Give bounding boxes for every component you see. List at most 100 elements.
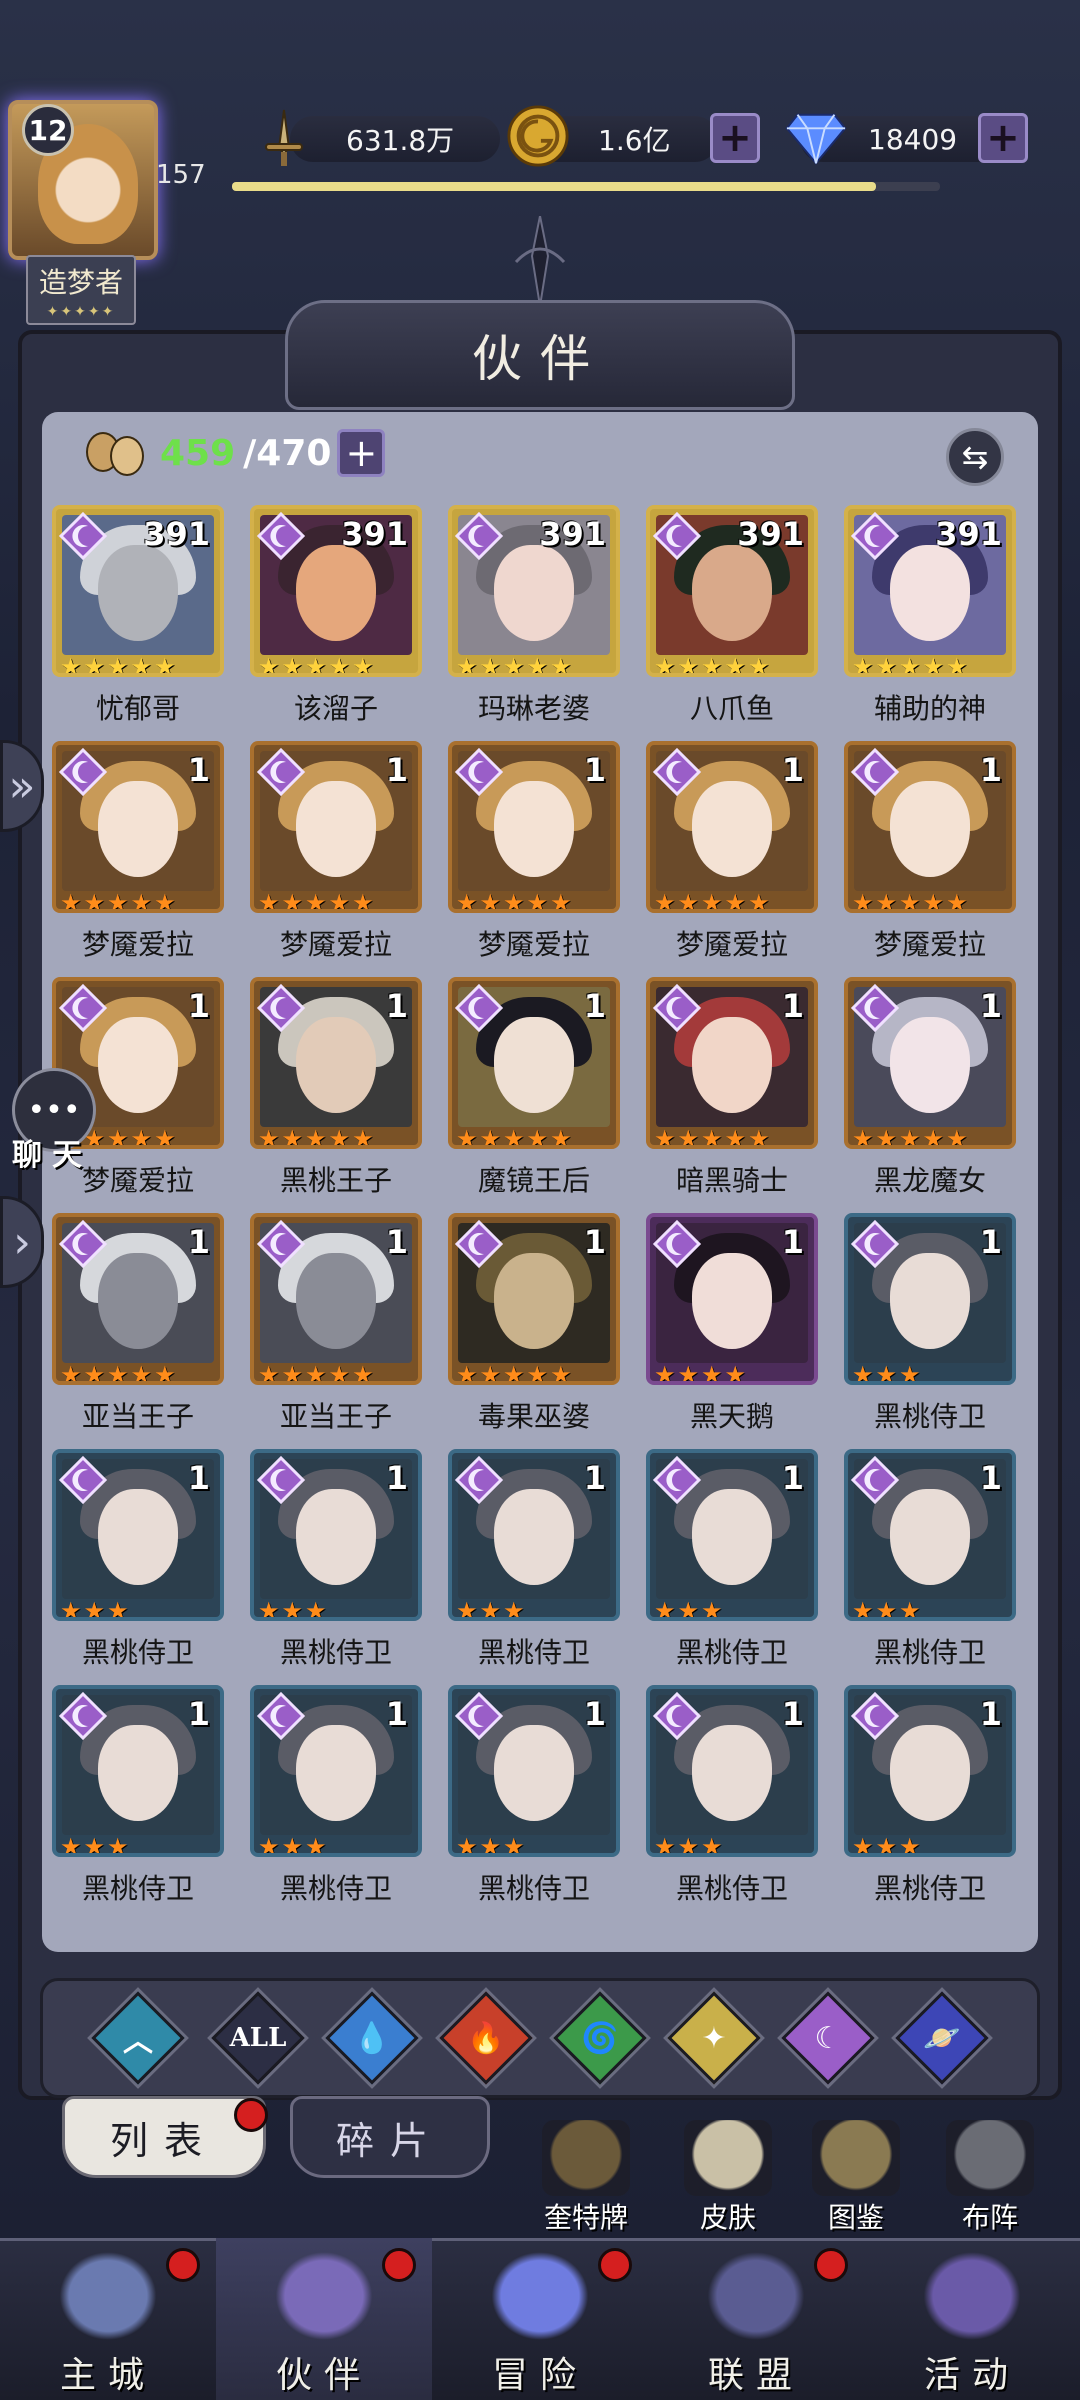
star-icon: ★ (281, 1125, 304, 1149)
partner-card[interactable]: 1 ★ ★ ★ ★ 黑天鹅 (646, 1213, 818, 1449)
star-icon: ★ (503, 1597, 525, 1621)
partner-card[interactable]: 1★★★★★梦魇爱拉 (52, 741, 224, 977)
partner-card[interactable]: 1 ★ ★ ★ 黑桃侍卫 (844, 1449, 1016, 1685)
shortcut-icon (812, 2120, 900, 2196)
partner-card[interactable]: 1★★★★★梦魇爱拉 (646, 741, 818, 977)
partner-card[interactable]: 1★★★★★梦魇爱拉 (250, 741, 422, 977)
nav-events[interactable]: 活动 (864, 2238, 1080, 2400)
nature-element-icon[interactable]: 🌀 (552, 1990, 648, 2086)
shortcut-2[interactable]: 皮肤 (668, 2120, 788, 2234)
nav-icon (485, 2246, 595, 2346)
star-icon: ★ (83, 1833, 106, 1857)
star-icon: ★ (701, 889, 723, 913)
tab-fragments[interactable]: 碎片 (290, 2096, 490, 2178)
moon-element-icon (850, 983, 900, 1033)
star-icon: ★ (526, 889, 549, 913)
shortcut-icon (684, 2120, 772, 2196)
partner-card[interactable]: 391 ★ ★ ★ ★ ★ 辅助的神 (844, 505, 1016, 741)
light-element-icon[interactable]: ✦ (666, 1990, 762, 2086)
partner-level: 1 (781, 987, 804, 1025)
add-gem-button[interactable]: + (978, 113, 1028, 163)
partner-name: 梦魇爱拉 (279, 928, 392, 961)
all-filter-icon[interactable]: ALL (210, 1990, 306, 2086)
star-icon: ★ (654, 1125, 676, 1149)
shortcut-1[interactable]: 奎特牌 (526, 2120, 646, 2234)
star-icon: ★ (875, 1597, 898, 1621)
expand-slots-button[interactable]: + (337, 429, 386, 477)
partner-card[interactable]: 1 ★ ★ ★ 黑桃侍卫 (250, 1685, 422, 1921)
partner-card[interactable]: 1 ★ ★ ★ ★ ★ 黑龙魔女 (844, 977, 1016, 1213)
partner-card[interactable]: 1 ★ ★ ★ 黑桃侍卫 (448, 1685, 620, 1921)
star-icon: ★ (281, 1361, 304, 1385)
moon-element-icon[interactable]: ☾ (780, 1990, 876, 2086)
sort-swap-button[interactable]: ⇆ (946, 428, 1004, 486)
partner-level: 1 (187, 987, 210, 1025)
partner-name: 魔镜王后 (477, 1164, 590, 1197)
player-exp-number: 157 (156, 160, 206, 190)
moon-element-icon (850, 1219, 900, 1269)
shortcut-4[interactable]: 布阵 (930, 2120, 1050, 2234)
partner-level: 1 (187, 1223, 210, 1261)
partner-card[interactable]: 1★★★★★梦魇爱拉 (844, 741, 1016, 977)
partner-card-frame: 1★★★★★ (844, 977, 1016, 1149)
moon-element-icon (58, 747, 108, 797)
partner-card[interactable]: 1 ★ ★ ★ ★ ★ 亚当王子 (52, 1213, 224, 1449)
star-icon: ★ (748, 889, 770, 913)
partner-name: 亚当王子 (81, 1400, 194, 1433)
partner-card[interactable]: 1 ★ ★ ★ 黑桃侍卫 (646, 1685, 818, 1921)
star-icon: ★ (479, 1597, 502, 1621)
partner-card[interactable]: 1 ★ ★ ★ ★ ★ 暗黑骑士 (646, 977, 818, 1213)
moon-element-icon (58, 511, 108, 561)
partner-level: 1 (187, 1695, 210, 1733)
nav-notification-dot (598, 2248, 632, 2282)
partner-stars: ★★★★★ (258, 1125, 374, 1149)
partner-level: 1 (583, 1695, 606, 1733)
star-icon: ★ (281, 1597, 304, 1621)
partner-card[interactable]: 1 ★ ★ ★ 黑桃侍卫 (52, 1685, 224, 1921)
shortcut-3[interactable]: 图鉴 (796, 2120, 916, 2234)
partner-card[interactable]: 1 ★ ★ ★ 黑桃侍卫 (448, 1449, 620, 1685)
planet-element-icon[interactable]: 🪐 (894, 1990, 990, 2086)
star-icon: ★ (479, 1361, 502, 1385)
fire-element-icon[interactable]: 🔥 (438, 1990, 534, 2086)
nav-icon (269, 2246, 379, 2346)
shortcut-label: 奎特牌 (543, 2201, 628, 2234)
water-element-icon[interactable]: 💧 (324, 1990, 420, 2086)
star-icon: ★ (852, 1597, 874, 1621)
partner-stars: ★★★★★ (456, 1127, 572, 1145)
partner-card[interactable]: 1★★★★★梦魇爱拉 (448, 741, 620, 977)
wind-element-icon[interactable]: ︿ (90, 1990, 186, 2086)
partner-card[interactable]: 1 ★ ★ ★ 黑桃侍卫 (250, 1449, 422, 1685)
partner-level: 1 (781, 751, 804, 789)
partner-card-frame: 1 ★ ★ ★ (646, 1449, 818, 1621)
partner-card[interactable]: 1 ★ ★ ★ 黑桃侍卫 (52, 1449, 224, 1685)
partner-card-frame: 1 ★ ★ ★ (250, 1685, 422, 1857)
partner-stars: ★★★★★ (258, 655, 374, 673)
partner-card[interactable]: 1 ★ ★ ★ ★ ★ 魔镜王后 (448, 977, 620, 1213)
star-icon: ★ (130, 889, 153, 913)
partner-card[interactable]: 391 ★ ★ ★ ★ ★ 八爪鱼 (646, 505, 818, 741)
partner-card[interactable]: 1 ★ ★ ★ 黑桃侍卫 (844, 1213, 1016, 1449)
partner-level: 1 (979, 1459, 1002, 1497)
star-icon: ★ (107, 1125, 129, 1149)
partner-card[interactable]: 1 ★ ★ ★ ★ ★ 黑桃王子 (250, 977, 422, 1213)
partner-card[interactable]: 1 ★ ★ ★ 黑桃侍卫 (844, 1685, 1016, 1921)
partner-card[interactable]: 391 ★ ★ ★ ★ ★ 该溜子 (250, 505, 422, 741)
partner-card[interactable]: 391 ★ ★ ★ ★ ★ 玛琳老婆 (448, 505, 620, 741)
moon-element-icon (256, 511, 306, 561)
partner-card[interactable]: 1 ★ ★ ★ ★ ★ 毒果巫婆 (448, 1213, 620, 1449)
partner-card[interactable]: 391 ★ ★ ★ ★ ★ 忧郁哥 (52, 505, 224, 741)
title-badge[interactable]: 造梦者 ✦✦✦✦✦ (26, 255, 136, 325)
star-icon: ★ (479, 1833, 502, 1857)
star-icon: ★ (60, 1833, 82, 1857)
partner-name: 梦魇爱拉 (675, 928, 788, 961)
partner-card[interactable]: 1 ★ ★ ★ ★ ★ 亚当王子 (250, 1213, 422, 1449)
moon-element-icon (652, 983, 702, 1033)
add-gold-button[interactable]: + (710, 113, 760, 163)
moon-element-icon (58, 1691, 108, 1741)
star-icon: ★ (479, 889, 502, 913)
partner-level: 1 (385, 1695, 408, 1733)
shortcut-label: 布阵 (961, 2201, 1018, 2234)
partner-card[interactable]: 1 ★ ★ ★ 黑桃侍卫 (646, 1449, 818, 1685)
star-icon: ★ (503, 889, 525, 913)
